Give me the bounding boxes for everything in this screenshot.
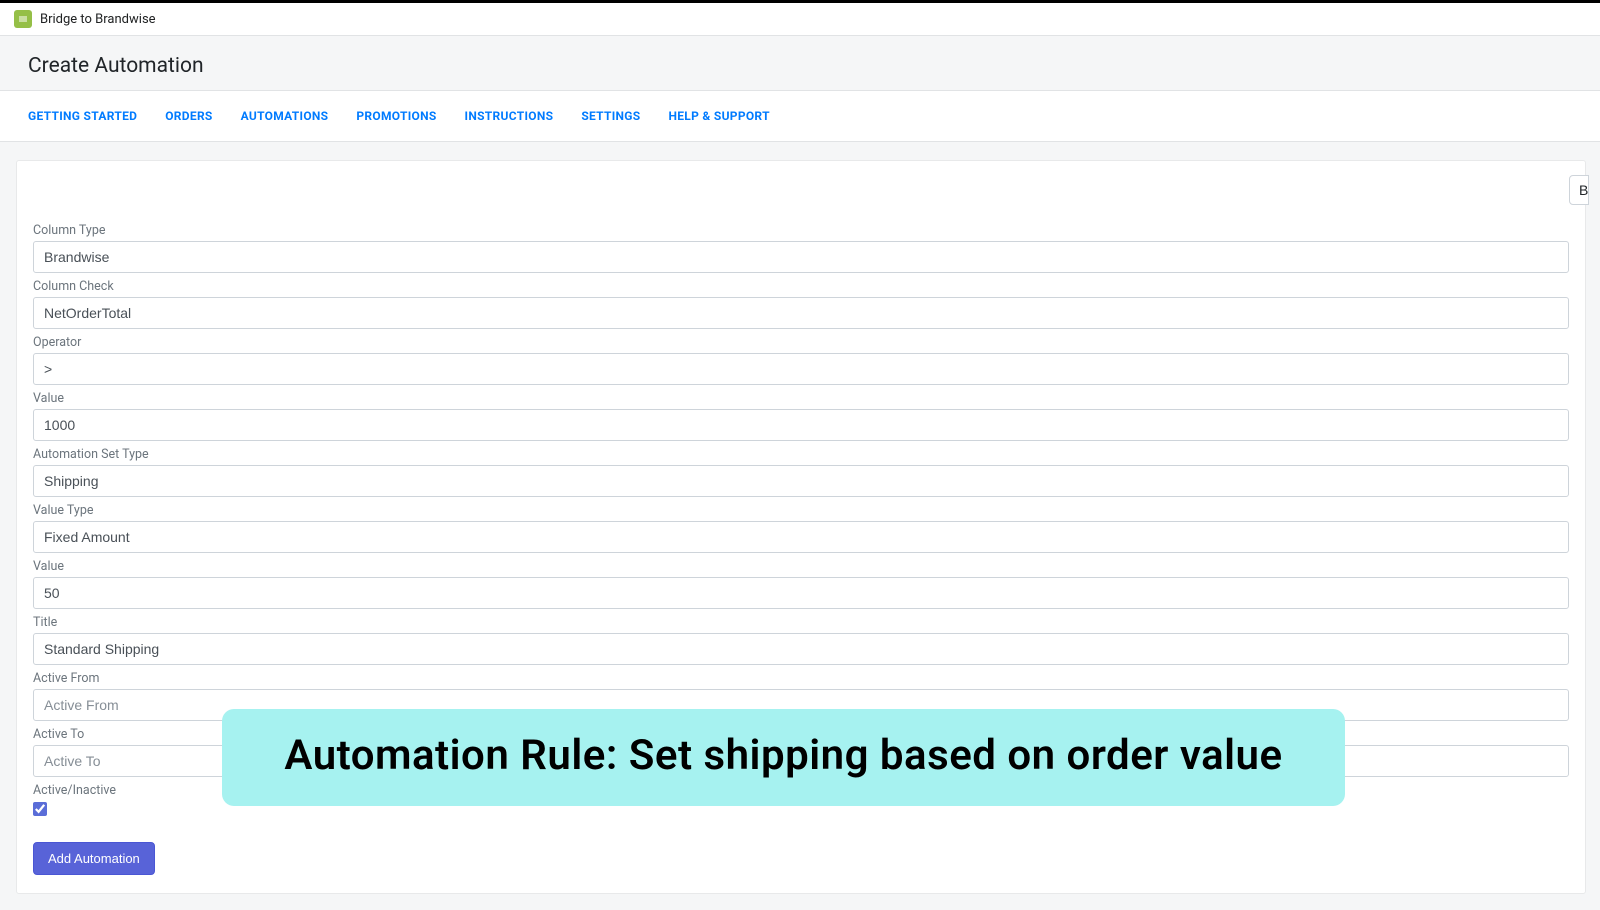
title-input[interactable] <box>33 633 1569 665</box>
value-type-label: Value Type <box>33 503 1569 518</box>
value-type-select[interactable] <box>33 521 1569 553</box>
tab-orders[interactable]: ORDERS <box>165 91 212 141</box>
operator-label: Operator <box>33 335 1569 350</box>
automation-set-type-label: Automation Set Type <box>33 447 1569 462</box>
value-1-input[interactable] <box>33 409 1569 441</box>
column-type-select[interactable] <box>33 241 1569 273</box>
back-button[interactable]: B <box>1569 175 1589 205</box>
value-2-input[interactable] <box>33 577 1569 609</box>
page-title: Create Automation <box>28 54 1572 78</box>
title-label: Title <box>33 615 1569 630</box>
tab-instructions[interactable]: INSTRUCTIONS <box>465 91 554 141</box>
active-checkbox[interactable] <box>33 802 47 816</box>
operator-select[interactable] <box>33 353 1569 385</box>
value-2-label: Value <box>33 559 1569 574</box>
app-logo-icon <box>14 10 32 28</box>
page-title-wrap: Create Automation <box>0 36 1600 90</box>
app-title: Bridge to Brandwise <box>40 12 156 27</box>
tab-settings[interactable]: SETTINGS <box>581 91 640 141</box>
column-check-label: Column Check <box>33 279 1569 294</box>
tabs-bar: GETTING STARTED ORDERS AUTOMATIONS PROMO… <box>0 90 1600 142</box>
tab-promotions[interactable]: PROMOTIONS <box>356 91 436 141</box>
automation-set-type-select[interactable] <box>33 465 1569 497</box>
app-header: Bridge to Brandwise <box>0 3 1600 36</box>
annotation-callout: Automation Rule: Set shipping based on o… <box>222 709 1345 806</box>
column-check-select[interactable] <box>33 297 1569 329</box>
tab-help-support[interactable]: HELP & SUPPORT <box>668 91 769 141</box>
tab-automations[interactable]: AUTOMATIONS <box>241 91 329 141</box>
value-1-label: Value <box>33 391 1569 406</box>
tab-getting-started[interactable]: GETTING STARTED <box>28 91 137 141</box>
active-from-label: Active From <box>33 671 1569 686</box>
column-type-label: Column Type <box>33 223 1569 238</box>
add-automation-button[interactable]: Add Automation <box>33 842 155 875</box>
